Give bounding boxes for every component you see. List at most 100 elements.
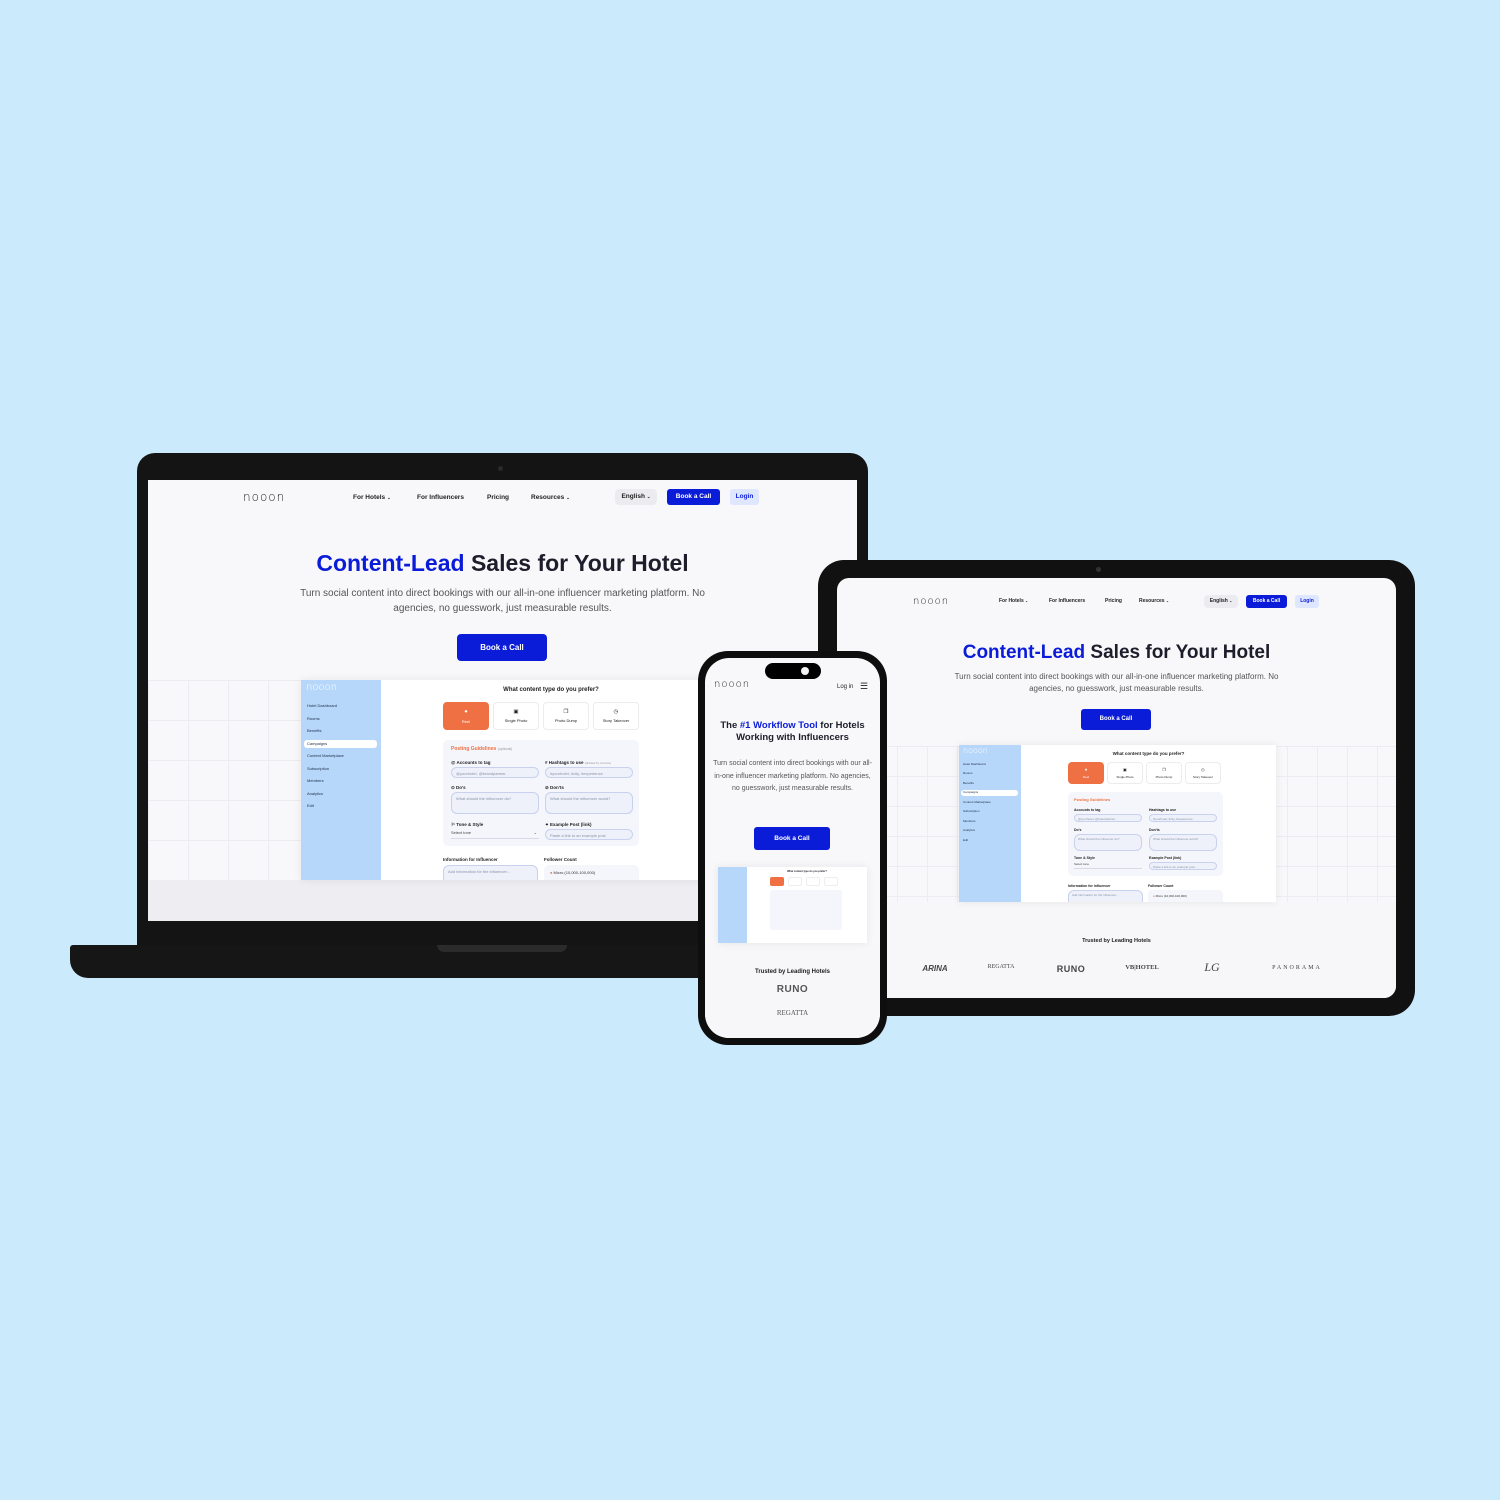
content-type-label: Story Takeover <box>602 718 630 723</box>
mockup-sidebar-item[interactable]: Hotel Dashboard <box>304 702 377 710</box>
content-type-story-takeover <box>824 877 838 886</box>
mockup-sidebar-item[interactable]: Hotel Dashboard <box>961 761 1018 767</box>
accounts-input[interactable]: @yourhotel, @brandpartner <box>1074 814 1142 822</box>
accounts-label: Accounts to tag <box>1074 808 1101 812</box>
mockup-sidebar-item[interactable]: Content Marketplace <box>304 752 377 760</box>
chevron-down-icon: ⌄ <box>386 494 391 500</box>
tablet-camera <box>1096 567 1101 572</box>
hero-book-call-button[interactable]: Book a Call <box>1081 709 1151 730</box>
content-type-card[interactable]: ⏺ Reel <box>443 702 489 730</box>
mockup-sidebar-item[interactable]: Campaigns <box>961 789 1018 796</box>
content-type-card[interactable]: ❐ Photo Dump <box>543 702 589 730</box>
content-type-card[interactable]: ◷ Story Takeover <box>593 702 639 730</box>
info-input[interactable]: Add information for the influencer... <box>1068 890 1143 902</box>
brand-logo-lg: LG <box>1204 960 1220 974</box>
dos-input[interactable]: What should the influencer do? <box>451 792 539 814</box>
posting-guidelines-box: Posting Guidelines Accounts to tag @your… <box>1068 792 1223 876</box>
chevron-down-icon: ⌄ <box>566 494 570 500</box>
mockup-sidebar-item[interactable]: Subscription <box>304 765 377 773</box>
nav-resources-label: Resources <box>1139 598 1165 604</box>
mockup-main: What content type do you prefer? ⏺ Reel ▣ S… <box>1021 745 1276 902</box>
info-input[interactable]: Add information for the influencer... <box>443 865 538 880</box>
tone-select-value: Select tone <box>451 830 472 835</box>
followers-option[interactable]: ● Micro (10,000-100,000) <box>1148 890 1223 902</box>
chevron-down-icon: ⌄ <box>533 830 537 835</box>
content-type-label: Reel <box>461 718 471 724</box>
nav-book-call-button[interactable]: Book a Call <box>667 489 720 505</box>
tone-select[interactable]: Select tone ⌄ <box>451 830 539 839</box>
donts-input[interactable]: What should the influencer avoid? <box>545 792 633 814</box>
hamburger-menu-icon[interactable]: ☰ <box>860 681 868 692</box>
hero-title: Content-Lead Sales for Your Hotel <box>148 550 857 577</box>
mockup-sidebar <box>718 867 747 943</box>
accounts-input[interactable]: @yourhotel, @brandpartner <box>451 767 539 778</box>
content-type-question: What content type do you prefer? <box>503 687 599 693</box>
mockup-sidebar-item[interactable]: Analytics <box>304 790 377 798</box>
mockup-sidebar-item[interactable]: Benefits <box>961 780 1018 786</box>
mobile-book-call-button[interactable]: Book a Call <box>754 827 830 850</box>
content-type-card[interactable]: ❐ Photo Dump <box>1146 762 1182 784</box>
trusted-section-bg <box>837 902 1396 998</box>
nav-resources-label: Resources <box>531 493 565 501</box>
nav-for-influencers[interactable]: For Influencers <box>1049 598 1085 604</box>
followers-option[interactable]: ● Micro (10,000-100,000) <box>544 865 639 880</box>
site-logo[interactable]: nooon <box>714 679 750 690</box>
hero-title-rest: Sales for Your Hotel <box>1085 642 1271 663</box>
posting-guidelines-header: Posting Guidelines (optional) <box>451 746 512 752</box>
content-type-card[interactable]: ▣ Single Photo <box>1107 762 1143 784</box>
mockup-sidebar-item[interactable]: Members <box>304 777 377 785</box>
mockup-sidebar-item[interactable]: Analytics <box>961 828 1018 834</box>
example-input[interactable]: Paste a link to an example post <box>1149 862 1217 870</box>
hero-book-call-button[interactable]: Book a Call <box>457 634 547 661</box>
hashtags-input[interactable]: #yourhotel, #city, #experience <box>545 767 633 778</box>
nav-pricing[interactable]: Pricing <box>487 494 509 501</box>
mobile-hero-title: The #1 Workflow Tool for Hotels Working … <box>705 720 880 744</box>
phone-screen: nooon Log in ☰ The #1 Workflow Tool for … <box>705 658 880 1038</box>
nav-resources[interactable]: Resources ⌄ <box>531 494 570 501</box>
mockup-sidebar-item[interactable]: Subscription <box>961 809 1018 815</box>
site-logo[interactable]: nooon <box>243 490 285 504</box>
tone-label: ⚐ Tone & Style <box>451 822 484 827</box>
donts-input[interactable]: What should the influencer avoid? <box>1149 834 1217 851</box>
content-type-card[interactable]: ⏺ Reel <box>1068 762 1104 784</box>
nav-for-hotels[interactable]: For Hotels ⌄ <box>353 494 391 501</box>
nav-for-hotels[interactable]: For Hotels ⌄ <box>999 598 1028 604</box>
mockup-sidebar-item[interactable]: Rooms <box>304 715 377 723</box>
dashboard-mockup: nooon Hotel Dashboard Rooms Benefits Campai… <box>959 745 1276 902</box>
language-select[interactable]: English ⌄ <box>615 489 657 505</box>
nav-resources[interactable]: Resources ⌄ <box>1139 598 1169 604</box>
dos-input[interactable]: What should the influencer do? <box>1074 834 1142 851</box>
nav-book-call-button[interactable]: Book a Call <box>1246 594 1287 608</box>
mockup-sidebar-item[interactable]: Content Marketplace <box>961 799 1018 805</box>
tone-select[interactable]: Select tone <box>1074 862 1142 869</box>
hero-title: Content-Lead Sales for Your Hotel <box>837 642 1396 664</box>
content-type-question: What content type do you prefer? <box>787 870 827 873</box>
hero-subtitle: Turn social content into direct bookings… <box>917 671 1316 695</box>
mockup-sidebar-item[interactable]: Edit <box>961 837 1018 843</box>
content-type-card[interactable]: ◷ Story Takeover <box>1185 762 1221 784</box>
mockup-sidebar-item[interactable]: Benefits <box>304 727 377 735</box>
mobile-login-link[interactable]: Log in <box>837 684 853 690</box>
brand-logo-arina: ARINA <box>922 964 948 973</box>
nav-pricing[interactable]: Pricing <box>1105 598 1122 604</box>
nav-login-button[interactable]: Login <box>730 489 759 505</box>
example-input[interactable]: Paste a link to an example post <box>545 829 633 840</box>
info-label: Information for Influencer <box>443 857 498 862</box>
nav-login-button[interactable]: Login <box>1295 594 1319 608</box>
example-label: ⚭ Example Post (link) <box>545 822 592 827</box>
mockup-sidebar-item[interactable]: Rooms <box>961 771 1018 777</box>
laptop-camera <box>498 466 503 471</box>
nav-for-hotels-label: For Hotels <box>353 493 386 501</box>
hashtags-input[interactable]: #yourhotel, #city, #experience <box>1149 814 1217 822</box>
mockup-sidebar-item[interactable]: Edit <box>304 802 377 810</box>
language-select[interactable]: English ⌄ <box>1204 594 1238 608</box>
mockup-sidebar-item[interactable]: Members <box>961 818 1018 824</box>
content-type-card[interactable]: ▣ Single Photo <box>493 702 539 730</box>
posting-guidelines-box <box>770 890 842 930</box>
site-logo[interactable]: nooon <box>913 596 949 607</box>
nav-for-influencers[interactable]: For Influencers <box>417 494 464 501</box>
content-type-label: Reel <box>1082 775 1090 779</box>
mockup-sidebar-item[interactable]: Campaigns <box>304 739 377 748</box>
language-label: English <box>621 493 645 500</box>
content-type-label: Single Photo <box>504 718 528 723</box>
